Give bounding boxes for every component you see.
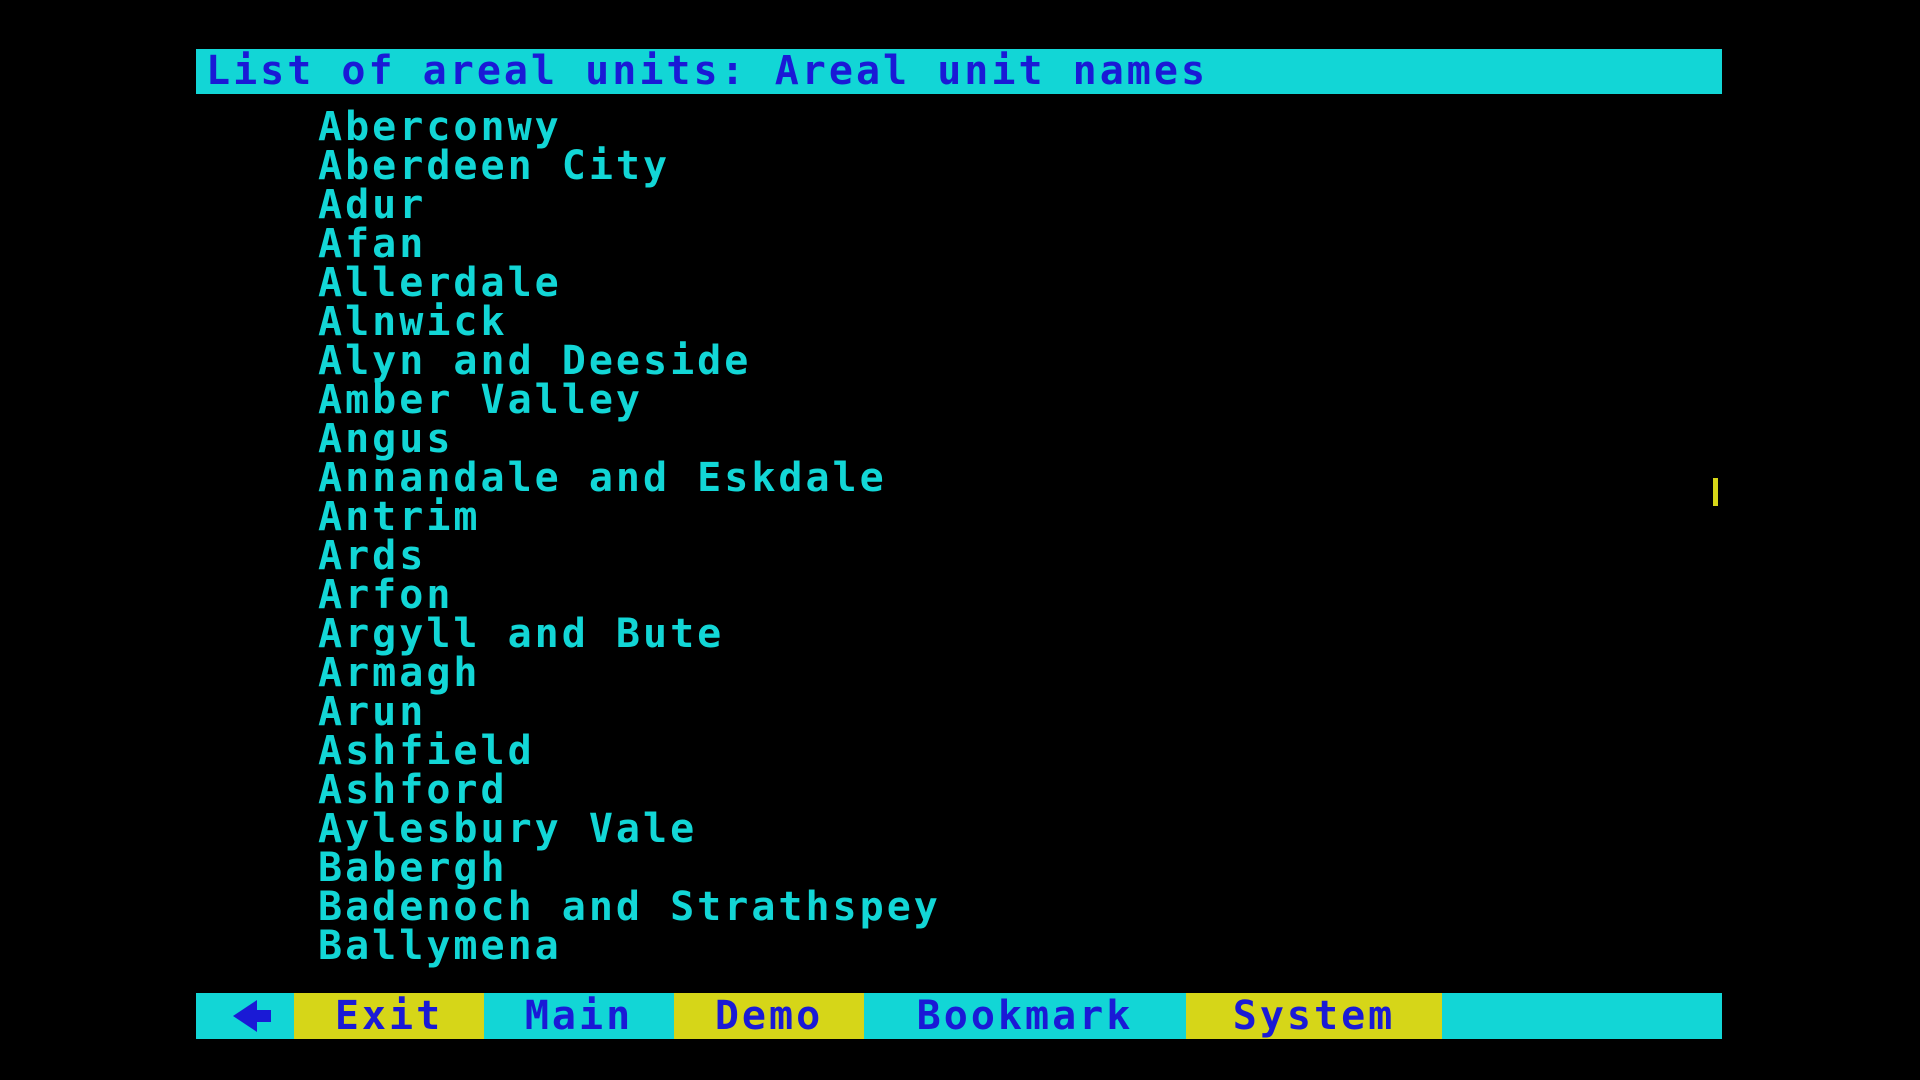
list-item[interactable]: Annandale and Eskdale — [318, 458, 1618, 498]
demo-button[interactable]: Demo — [674, 993, 864, 1039]
list-item[interactable]: Adur — [318, 185, 1618, 225]
areal-unit-list: Aberconwy Aberdeen City Adur Afan Allerd… — [318, 107, 1618, 966]
menu-bar: Exit Main Demo Bookmark System — [196, 993, 1722, 1039]
list-item[interactable]: Alnwick — [318, 302, 1618, 342]
bookmark-button[interactable]: Bookmark — [864, 993, 1186, 1039]
left-arrow-icon — [233, 1000, 271, 1032]
list-item[interactable]: Armagh — [318, 653, 1618, 693]
list-item[interactable]: Ashford — [318, 770, 1618, 810]
list-item[interactable]: Ashfield — [318, 731, 1618, 771]
scroll-marker[interactable] — [1713, 478, 1718, 506]
list-item[interactable]: Badenoch and Strathspey — [318, 887, 1618, 927]
list-item[interactable]: Arfon — [318, 575, 1618, 615]
back-button[interactable] — [196, 993, 294, 1039]
list-item[interactable]: Angus — [318, 419, 1618, 459]
screen: List of areal units: Areal unit names Ab… — [0, 0, 1920, 1080]
list-item[interactable]: Allerdale — [318, 263, 1618, 303]
list-item[interactable]: Argyll and Bute — [318, 614, 1618, 654]
list-item[interactable]: Alyn and Deeside — [318, 341, 1618, 381]
main-button[interactable]: Main — [484, 993, 674, 1039]
list-item[interactable]: Aberconwy — [318, 107, 1618, 147]
list-item[interactable]: Afan — [318, 224, 1618, 264]
list-item[interactable]: Antrim — [318, 497, 1618, 537]
list-item[interactable]: Ballymena — [318, 926, 1618, 966]
list-item[interactable]: Arun — [318, 692, 1618, 732]
exit-button[interactable]: Exit — [294, 993, 484, 1039]
system-button[interactable]: System — [1186, 993, 1442, 1039]
menu-filler — [1442, 993, 1722, 1039]
list-item[interactable]: Babergh — [318, 848, 1618, 888]
list-item[interactable]: Aberdeen City — [318, 146, 1618, 186]
list-item[interactable]: Amber Valley — [318, 380, 1618, 420]
page-title: List of areal units: Areal unit names — [206, 48, 1209, 94]
list-item[interactable]: Aylesbury Vale — [318, 809, 1618, 849]
list-item[interactable]: Ards — [318, 536, 1618, 576]
title-bar: List of areal units: Areal unit names — [196, 49, 1722, 94]
